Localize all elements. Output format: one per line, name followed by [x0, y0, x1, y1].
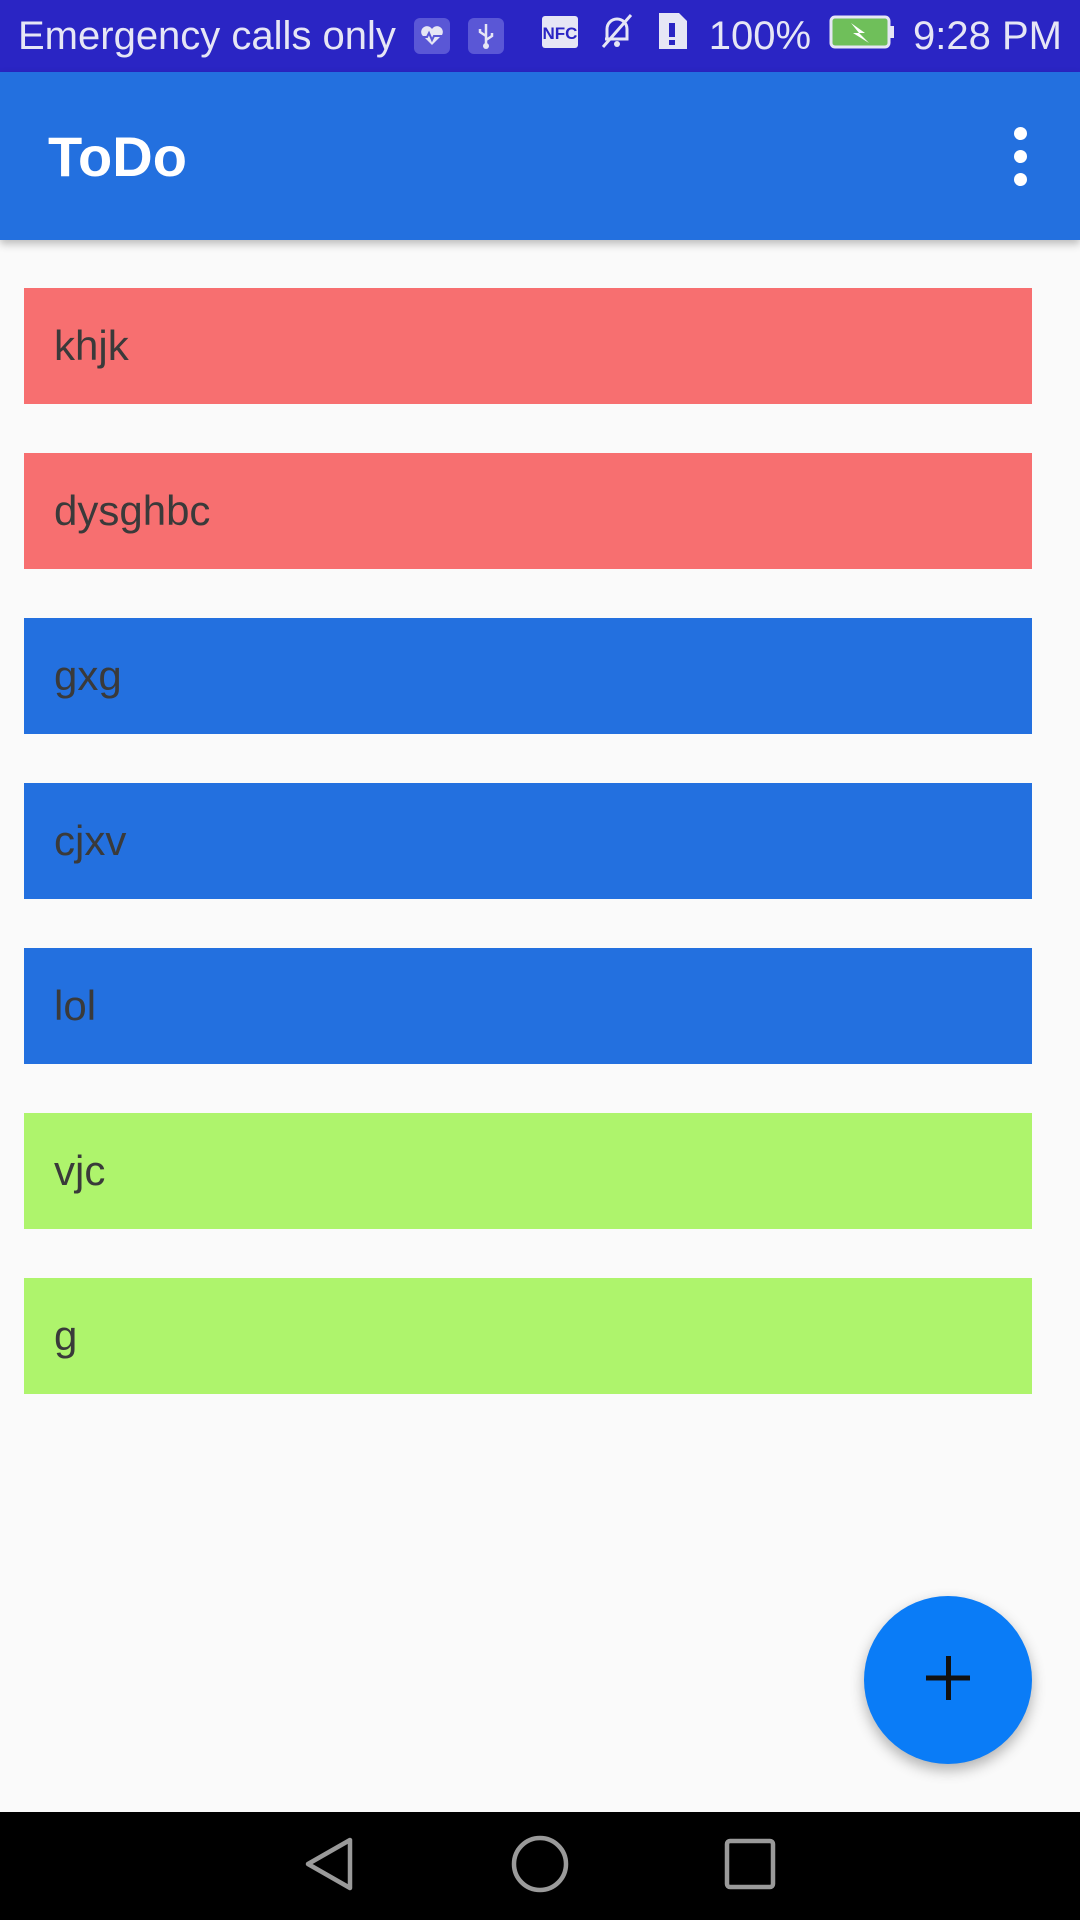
navigation-bar: [0, 1812, 1080, 1920]
overflow-dot: [1013, 172, 1027, 186]
add-todo-button[interactable]: [864, 1596, 1032, 1764]
carrier-text: Emergency calls only: [18, 13, 396, 58]
svg-text:NFC: NFC: [542, 24, 577, 43]
todo-item-text: cjxv: [54, 817, 127, 864]
todo-item-text: gxg: [54, 652, 122, 699]
battery-charging-icon: [829, 14, 895, 59]
status-bar-left: Emergency calls only: [18, 14, 504, 59]
app-title: ToDo: [48, 124, 187, 188]
app-bar: ToDo: [0, 72, 1080, 240]
sim-alert-icon: [655, 11, 691, 61]
todo-item[interactable]: cjxv: [24, 783, 1032, 899]
battery-percent: 100%: [708, 13, 812, 58]
todo-item[interactable]: g: [24, 1278, 1032, 1394]
overflow-dot: [1013, 149, 1027, 163]
add-icon: [924, 1654, 972, 1707]
status-bar: Emergency calls only NFC 100% 9:28 PM: [0, 0, 1080, 72]
todo-item-text: lol: [54, 982, 97, 1029]
nfc-icon: NFC: [541, 14, 579, 59]
todo-item-text: vjc: [54, 1147, 106, 1194]
todo-item[interactable]: lol: [24, 948, 1032, 1064]
mute-icon: [597, 11, 637, 61]
status-bar-right: NFC 100% 9:28 PM: [541, 11, 1062, 61]
todo-item[interactable]: gxg: [24, 618, 1032, 734]
todo-item-text: g: [54, 1312, 78, 1359]
recents-icon[interactable]: [720, 1834, 780, 1899]
usb-icon: [467, 18, 504, 54]
todo-item[interactable]: vjc: [24, 1113, 1032, 1229]
todo-item-text: dysghbc: [54, 487, 211, 534]
more-vert-icon[interactable]: [990, 106, 1050, 206]
todo-item[interactable]: dysghbc: [24, 453, 1032, 569]
overflow-dot: [1013, 126, 1027, 140]
todo-list: khjk dysghbc gxg cjxv lol vjc g: [24, 288, 1032, 1394]
todo-item[interactable]: khjk: [24, 288, 1032, 404]
health-icon: [413, 18, 450, 54]
back-icon[interactable]: [300, 1834, 360, 1899]
clock: 9:28 PM: [913, 13, 1062, 58]
todo-item-text: khjk: [54, 322, 129, 369]
home-icon[interactable]: [510, 1834, 570, 1899]
